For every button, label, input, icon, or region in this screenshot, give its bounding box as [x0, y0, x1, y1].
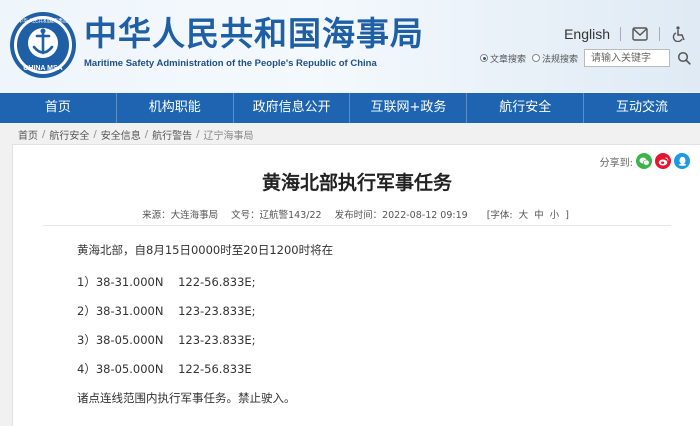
breadcrumb-current[interactable]: 辽宁海事局 [204, 127, 254, 142]
article-paragraph: 黄海北部，自8月15日0000时至20日1200时将在 [77, 243, 334, 257]
nav-interaction[interactable]: 互动交流 [584, 93, 700, 123]
breadcrumb-separator: / [144, 128, 149, 140]
search-input[interactable] [584, 49, 671, 67]
share-label: 分享到: [599, 157, 633, 169]
nav-home[interactable]: 首页 [0, 93, 117, 123]
english-link[interactable]: English [564, 26, 610, 42]
nav-gov-info[interactable]: 政府信息公开 [234, 93, 351, 123]
wechat-icon[interactable] [636, 153, 652, 169]
coordinate-4: 4）38-05.000N 122-56.833E [77, 362, 252, 376]
search-option-regulations[interactable]: 法规搜索 [532, 52, 578, 65]
search-bar: 文章搜索 法规搜索 [480, 49, 692, 67]
search-option-regulations-label: 法规搜索 [542, 54, 579, 65]
weibo-icon[interactable] [655, 153, 671, 169]
meta-source: 来源：大连海事局 [142, 210, 219, 221]
share-bar: 分享到: [600, 153, 690, 169]
meta-divider [43, 225, 671, 226]
qq-icon[interactable] [674, 153, 690, 169]
breadcrumb: 首页 / 航行安全 / 安全信息 / 航行警告 / 辽宁海事局 [18, 126, 254, 142]
tools-divider [659, 27, 660, 41]
coordinate-3: 3）38-05.000N 123-23.833E; [77, 333, 256, 347]
search-option-articles[interactable]: 文章搜索 [480, 52, 526, 65]
main-nav: 首页 机构职能 政府信息公开 互联网+政务 航行安全 互动交流 [0, 93, 700, 123]
breadcrumb-safety-info[interactable]: 安全信息 [101, 127, 141, 142]
breadcrumb-nav-warnings[interactable]: 航行警告 [152, 127, 192, 142]
header-tools: English [564, 24, 688, 44]
article-title: 黄海北部执行军事任务 [261, 172, 452, 194]
tools-divider [620, 27, 621, 41]
breadcrumb-navigation-safety[interactable]: 航行安全 [49, 127, 89, 142]
nav-internet-services[interactable]: 互联网+政务 [350, 93, 468, 123]
font-size-label: [字体: [486, 210, 513, 221]
font-large-button[interactable]: 大 [519, 210, 529, 221]
font-size-controls: [字体: 大中小] [484, 210, 572, 221]
font-size-close: ] [565, 210, 569, 221]
article-panel: 分享到: 黄海北部执行军事任务 来源：大连海事局 文号：辽航警143/22 发布… [12, 144, 700, 426]
mail-icon[interactable] [631, 25, 649, 43]
search-icon [677, 51, 691, 65]
breadcrumb-separator: / [196, 128, 200, 140]
logo-top-text: 中华人民共和国海事局 [18, 18, 68, 25]
search-option-articles-label: 文章搜索 [490, 54, 527, 65]
site-header: CHINA MSA 中华人民共和国海事局 中华人民共和国海事局 Maritime… [0, 0, 700, 92]
site-subtitle: Maritime Safety Administration of the Pe… [84, 58, 377, 69]
coordinate-2: 2）38-31.000N 123-23.833E; [77, 304, 256, 318]
article-meta: 来源：大连海事局 文号：辽航警143/22 发布时间：2022-08-12 09… [13, 207, 700, 221]
breadcrumb-home[interactable]: 首页 [18, 127, 38, 142]
font-medium-button[interactable]: 中 [534, 210, 544, 221]
radio-checked-icon[interactable] [480, 54, 488, 62]
logo-text: CHINA MSA [23, 65, 62, 72]
site-title[interactable]: 中华人民共和国海事局 [84, 14, 424, 54]
font-small-button[interactable]: 小 [550, 210, 560, 221]
article-conclusion: 诸点连线范围内执行军事任务。禁止驶入。 [77, 391, 296, 405]
nav-navigation-safety[interactable]: 航行安全 [467, 93, 585, 123]
breadcrumb-separator: / [93, 128, 97, 140]
meta-publish-time: 发布时间：2022-08-12 09:19 [334, 210, 468, 221]
nav-organization[interactable]: 机构职能 [117, 93, 234, 123]
search-button[interactable] [676, 49, 692, 67]
radio-unchecked-icon[interactable] [532, 54, 541, 62]
accessibility-icon[interactable] [670, 25, 688, 43]
coordinate-1: 1）38-31.000N 122-56.833E; [77, 275, 256, 289]
msa-logo[interactable]: CHINA MSA 中华人民共和国海事局 [8, 10, 78, 80]
meta-doc-number: 文号：辽航警143/22 [231, 210, 322, 221]
breadcrumb-separator: / [42, 128, 46, 140]
